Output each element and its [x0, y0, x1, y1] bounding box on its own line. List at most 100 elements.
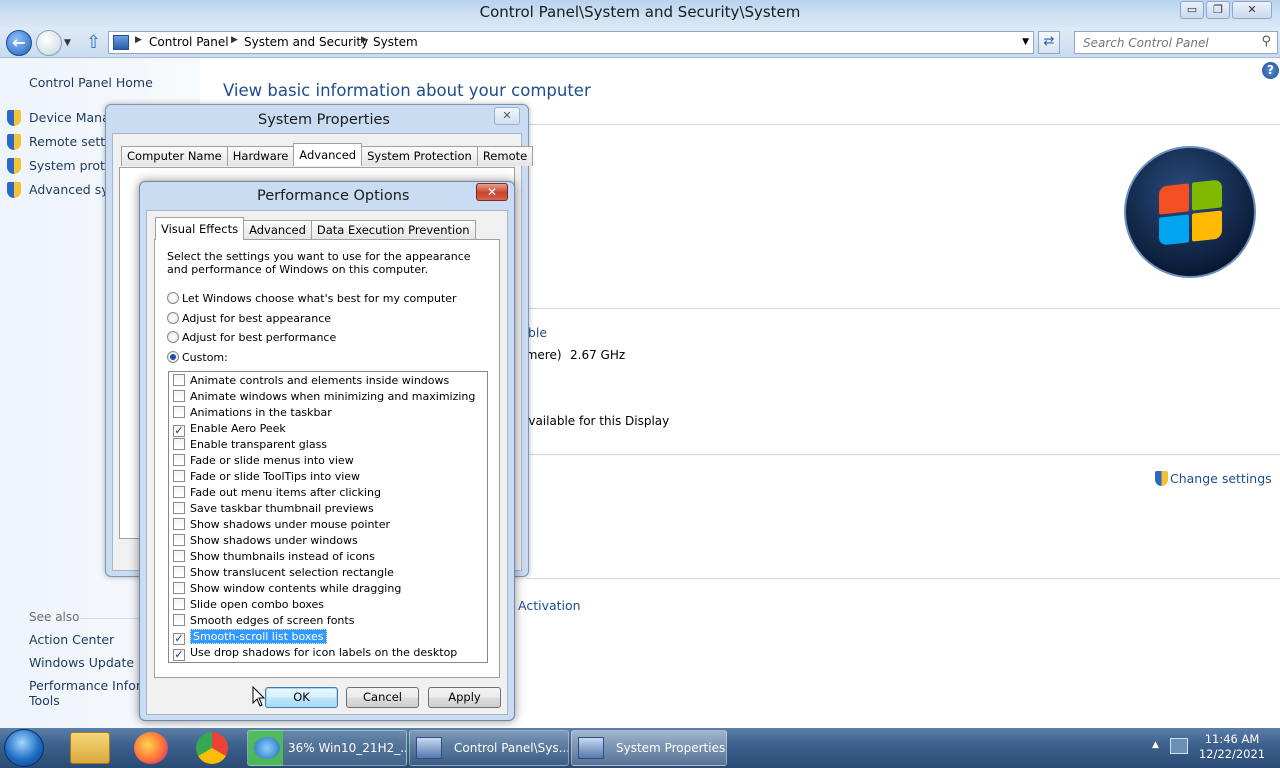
maximize-button[interactable]: ❐	[1206, 1, 1230, 19]
close-window-button[interactable]: ✕	[1232, 1, 1272, 19]
checkbox[interactable]	[173, 550, 185, 562]
radio-let-windows-choose[interactable]: Let Windows choose what's best for my co…	[167, 292, 457, 308]
breadcrumb-arrow-icon[interactable]: ▶	[361, 35, 368, 45]
visual-effect-item[interactable]: Show window contents while dragging	[173, 582, 401, 598]
performance-tools-link[interactable]: Tools	[29, 693, 60, 708]
control-panel-home-link[interactable]: Control Panel Home	[29, 75, 153, 90]
refresh-button[interactable]: ⇄	[1038, 31, 1060, 54]
visual-effect-item[interactable]: ✓ Use drop shadows for icon labels on the…	[173, 646, 457, 662]
radio-button[interactable]	[167, 331, 179, 343]
checkbox[interactable]	[173, 390, 185, 402]
visual-effect-item[interactable]: Show thumbnails instead of icons	[173, 550, 375, 566]
checkbox-checked[interactable]: ✓	[173, 425, 185, 437]
ok-button[interactable]: OK	[265, 687, 338, 708]
tab-data-execution-prevention[interactable]: Data Execution Prevention	[310, 220, 476, 240]
breadcrumb-system-and-security[interactable]: System and Security	[244, 35, 368, 49]
checkbox[interactable]	[173, 518, 185, 530]
taskbar-system-properties-task[interactable]: System Properties	[571, 730, 727, 766]
tab-system-protection[interactable]: System Protection	[361, 146, 478, 166]
checkbox[interactable]	[173, 470, 185, 482]
checkbox[interactable]	[173, 582, 185, 594]
cancel-button[interactable]: Cancel	[346, 687, 419, 708]
visual-effects-list[interactable]: Animate controls and elements inside win…	[168, 371, 488, 663]
recent-pages-dropdown-icon[interactable]: ▼	[64, 38, 71, 48]
firefox-icon[interactable]	[134, 732, 168, 764]
checkbox[interactable]	[173, 614, 185, 626]
visual-effect-item[interactable]: Enable transparent glass	[173, 438, 327, 454]
action-center-link[interactable]: Action Center	[29, 632, 114, 647]
minimize-button[interactable]: ▭	[1180, 1, 1204, 19]
breadcrumb-arrow-icon[interactable]: ▶	[231, 35, 238, 45]
visual-effect-item[interactable]: Smooth edges of screen fonts	[173, 614, 354, 630]
breadcrumb-system[interactable]: System	[373, 35, 418, 49]
performance-options-body: Visual Effects Advanced Data Execution P…	[146, 210, 508, 715]
search-icon[interactable]: ⚲	[1261, 34, 1271, 49]
network-icon[interactable]	[1170, 738, 1188, 754]
start-button[interactable]	[4, 729, 44, 767]
chrome-icon[interactable]	[196, 732, 228, 764]
radio-custom[interactable]: Custom:	[167, 351, 228, 367]
tab-remote[interactable]: Remote	[476, 146, 534, 166]
checkbox[interactable]	[173, 438, 185, 450]
checkbox[interactable]	[173, 598, 185, 610]
clock[interactable]: 11:46 AM 12/22/2021	[1196, 732, 1268, 762]
radio-button[interactable]	[167, 292, 179, 304]
visual-effects-panel: Select the settings you want to use for …	[154, 239, 500, 678]
breadcrumb-arrow-icon[interactable]: ▶	[135, 35, 142, 45]
uac-shield-icon	[7, 182, 21, 198]
radio-best-appearance[interactable]: Adjust for best appearance	[167, 312, 331, 328]
visual-effect-item[interactable]: Save taskbar thumbnail previews	[173, 502, 374, 518]
radio-button[interactable]	[167, 312, 179, 324]
windows-update-link[interactable]: Windows Update	[29, 655, 134, 670]
visual-effect-item[interactable]: Animate controls and elements inside win…	[173, 374, 449, 390]
visual-effect-item[interactable]: Animations in the taskbar	[173, 406, 332, 422]
performance-information-link[interactable]: Performance Inform	[29, 678, 153, 693]
file-explorer-icon[interactable]	[70, 732, 110, 764]
close-icon[interactable]: ✕	[494, 107, 520, 125]
radio-button[interactable]	[167, 351, 179, 363]
taskbar-download-task[interactable]: 36% Win10_21H2_...	[247, 730, 407, 766]
visual-effect-item[interactable]: Show shadows under mouse pointer	[173, 518, 390, 534]
visual-effect-item[interactable]: ✓ Enable Aero Peek	[173, 422, 286, 438]
help-icon[interactable]: ?	[1262, 62, 1279, 79]
radio-best-performance[interactable]: Adjust for best performance	[167, 331, 336, 347]
tab-advanced[interactable]: Advanced	[293, 143, 363, 166]
checkbox[interactable]	[173, 486, 185, 498]
search-input[interactable]	[1081, 33, 1251, 53]
up-level-icon[interactable]: ⇧	[86, 32, 101, 53]
visual-effect-item[interactable]: ✓ Smooth-scroll list boxes	[173, 629, 327, 646]
visual-effect-item[interactable]: Fade or slide menus into view	[173, 454, 354, 470]
tab-hardware[interactable]: Hardware	[226, 146, 295, 166]
taskbar-control-panel-task[interactable]: Control Panel\Sys...	[409, 730, 569, 766]
forward-button[interactable]	[36, 30, 62, 56]
show-hidden-icons-icon[interactable]: ▲	[1152, 740, 1159, 750]
address-field[interactable]: ▶ Control Panel ▶ System and Security ▶ …	[108, 31, 1034, 54]
checkbox[interactable]	[173, 534, 185, 546]
apply-button[interactable]: Apply	[428, 687, 501, 708]
checkbox[interactable]	[173, 406, 185, 418]
visual-effect-item[interactable]: Fade or slide ToolTips into view	[173, 470, 360, 486]
visual-effect-item[interactable]: Slide open combo boxes	[173, 598, 324, 614]
close-button[interactable]: ✕	[476, 183, 508, 201]
change-settings-link[interactable]: Change settings	[1170, 471, 1272, 486]
address-dropdown-icon[interactable]: ▼	[1022, 37, 1029, 47]
visual-effect-item[interactable]: Fade out menu items after clicking	[173, 486, 381, 502]
search-box[interactable]: ⚲	[1074, 31, 1278, 54]
visual-effect-item[interactable]: Show shadows under windows	[173, 534, 358, 550]
checkbox[interactable]	[173, 566, 185, 578]
checkbox[interactable]	[173, 374, 185, 386]
rating-link[interactable]: ble	[528, 325, 547, 340]
clock-date: 12/22/2021	[1198, 747, 1266, 761]
checkbox-checked[interactable]: ✓	[173, 649, 185, 661]
checkbox[interactable]	[173, 454, 185, 466]
activation-link[interactable]: Activation	[518, 598, 581, 613]
tab-visual-effects[interactable]: Visual Effects	[155, 217, 245, 240]
breadcrumb-control-panel[interactable]: Control Panel	[149, 35, 229, 49]
checkbox-checked[interactable]: ✓	[173, 633, 185, 645]
visual-effect-item[interactable]: Animate windows when minimizing and maxi…	[173, 390, 475, 406]
tab-computer-name[interactable]: Computer Name	[121, 146, 228, 166]
visual-effect-item[interactable]: Show translucent selection rectangle	[173, 566, 394, 582]
checkbox[interactable]	[173, 502, 185, 514]
tab-advanced[interactable]: Advanced	[243, 220, 312, 240]
back-button[interactable]: ←	[6, 30, 32, 56]
